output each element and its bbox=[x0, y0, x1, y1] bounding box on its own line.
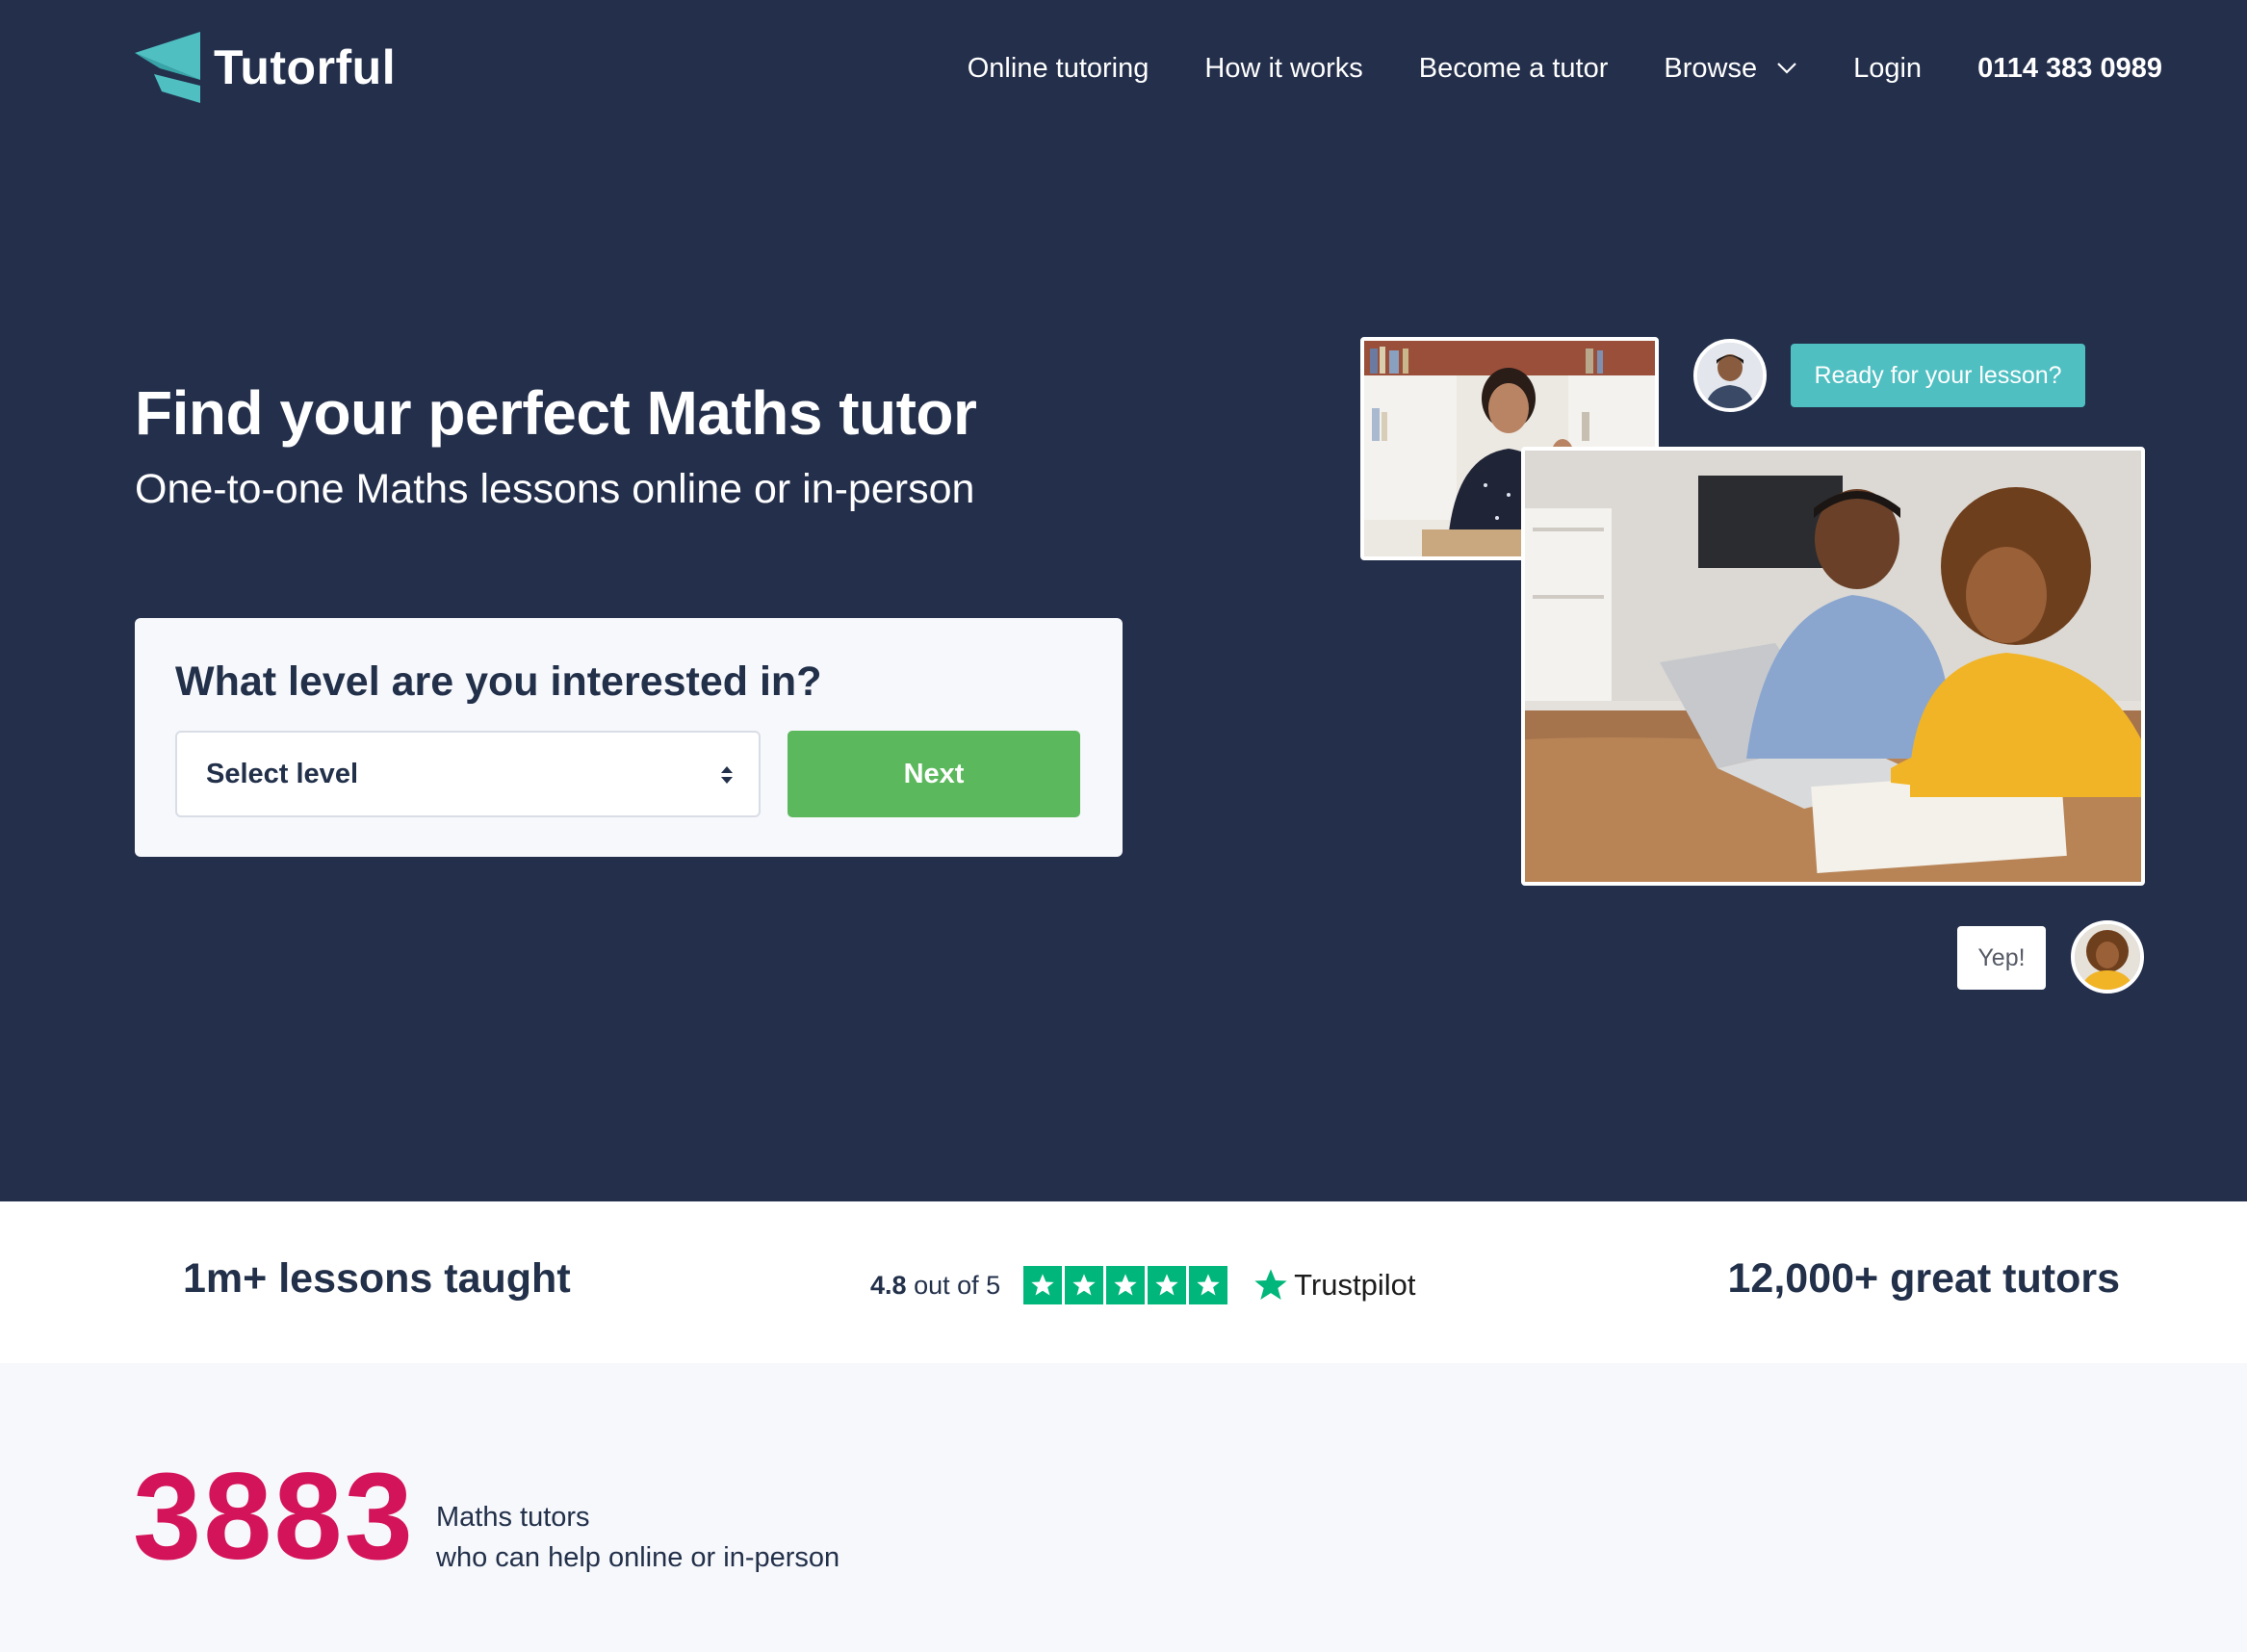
star-icon bbox=[1065, 1266, 1104, 1304]
trustpilot-rating[interactable]: 4.8 out of 5 Trustpilot bbox=[870, 1265, 1415, 1305]
nav-browse[interactable]: Browse bbox=[1664, 53, 1797, 85]
nav-become-a-tutor[interactable]: Become a tutor bbox=[1419, 53, 1609, 85]
hero-section: Tutorful Online tutoring How it works Be… bbox=[0, 0, 2247, 1201]
trustpilot-star-icon bbox=[1254, 1269, 1287, 1300]
top-nav: Online tutoring How it works Become a tu… bbox=[912, 40, 2162, 96]
nav-browse-label: Browse bbox=[1664, 52, 1758, 84]
stats-bar: 1m+ lessons taught 4.8 out of 5 Trustpil… bbox=[0, 1201, 2247, 1363]
nav-online-tutoring[interactable]: Online tutoring bbox=[968, 53, 1149, 85]
next-button[interactable]: Next bbox=[788, 731, 1080, 817]
level-form-card: What level are you interested in? Select… bbox=[135, 618, 1123, 857]
trustpilot-score: 4.8 bbox=[870, 1270, 907, 1300]
lesson-photo-image bbox=[1521, 447, 2145, 886]
chat-bubble-tutor: Ready for your lesson? bbox=[1791, 344, 2085, 407]
trustpilot-score-suffix: out of 5 bbox=[914, 1270, 1001, 1300]
tutor-count-sublabel: who can help online or in-person bbox=[436, 1542, 840, 1573]
logo[interactable]: Tutorful bbox=[135, 32, 396, 103]
nav-phone[interactable]: 0114 383 0989 bbox=[1977, 53, 2162, 85]
nav-login[interactable]: Login bbox=[1853, 53, 1922, 85]
chevron-down-icon bbox=[1777, 63, 1796, 74]
logo-text: Tutorful bbox=[214, 40, 397, 94]
chat-bubble-student: Yep! bbox=[1957, 926, 2046, 990]
level-select-value: Select level bbox=[206, 758, 358, 789]
nav-how-it-works[interactable]: How it works bbox=[1204, 53, 1362, 85]
trustpilot-logo: Trustpilot bbox=[1252, 1266, 1415, 1304]
star-icon bbox=[1148, 1266, 1187, 1304]
stat-lessons: 1m+ lessons taught bbox=[183, 1255, 571, 1302]
trustpilot-brand: Trustpilot bbox=[1294, 1268, 1416, 1302]
trustpilot-score-text: 4.8 out of 5 bbox=[870, 1271, 1000, 1301]
student-avatar bbox=[2071, 920, 2144, 994]
tutor-avatar bbox=[1693, 339, 1767, 412]
hero-subtitle: One-to-one Maths lessons online or in-pe… bbox=[135, 466, 975, 512]
tutor-count-label: Maths tutors bbox=[436, 1502, 590, 1533]
level-question: What level are you interested in? bbox=[175, 658, 822, 705]
star-icon bbox=[1106, 1266, 1146, 1304]
stat-tutors: 12,000+ great tutors bbox=[1727, 1255, 2121, 1302]
level-select[interactable]: Select level bbox=[175, 731, 761, 817]
hero-title: Find your perfect Maths tutor bbox=[135, 378, 977, 448]
trustpilot-stars bbox=[1023, 1266, 1230, 1304]
logo-icon bbox=[135, 32, 200, 103]
select-arrows-icon bbox=[721, 766, 733, 784]
tutor-count: 3883 bbox=[133, 1448, 415, 1586]
star-icon bbox=[1189, 1266, 1228, 1304]
star-icon bbox=[1023, 1266, 1063, 1304]
